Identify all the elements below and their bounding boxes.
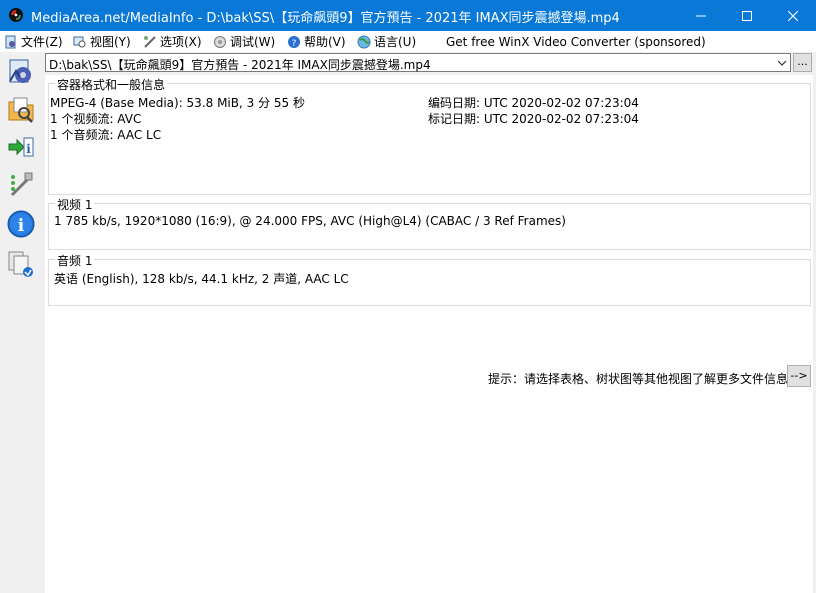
- menu-options-label: 选项(X): [160, 35, 202, 49]
- video-stream-info: 1 785 kb/s, 1920*1080 (16:9), @ 24.000 F…: [54, 214, 566, 228]
- menu-debug[interactable]: 调试(W): [213, 33, 275, 50]
- general-format: MPEG-4 (Base Media): 53.8 MiB, 3 分 55 秒: [50, 96, 305, 110]
- menu-language-label: 语言(U): [374, 35, 417, 49]
- open-folder-button[interactable]: [4, 92, 37, 125]
- basic-view-content: 容器格式和一般信息 MPEG-4 (Base Media): 53.8 MiB,…: [45, 75, 813, 593]
- update-button[interactable]: [4, 247, 37, 280]
- file-selector-value: D:\bak\SS\【玩命飆頭9】官方預告 - 2021年 IMAX同步震撼登場…: [49, 58, 431, 72]
- maximize-button[interactable]: [724, 0, 770, 31]
- globe-icon: [357, 35, 371, 48]
- menu-sponsor-link[interactable]: Get free WinX Video Converter (sponsored…: [446, 33, 706, 50]
- close-button[interactable]: [770, 0, 816, 31]
- minimize-button[interactable]: [678, 0, 724, 31]
- open-file-button[interactable]: [4, 55, 37, 88]
- general-info-group: 容器格式和一般信息 MPEG-4 (Base Media): 53.8 MiB,…: [48, 76, 811, 195]
- sidebar-toolbar: i i: [0, 52, 42, 593]
- options-icon: [144, 35, 156, 48]
- audio-stream-title: 音频 1: [55, 252, 95, 269]
- chevron-down-icon[interactable]: [777, 57, 787, 71]
- menu-view[interactable]: 视图(Y): [73, 33, 131, 50]
- menu-options[interactable]: 选项(X): [143, 33, 202, 50]
- open-folder-icon: [8, 97, 33, 123]
- menu-view-label: 视图(Y): [90, 35, 131, 49]
- general-audio-count: 1 个音频流: AAC LC: [50, 128, 162, 142]
- general-info-title: 容器格式和一般信息: [55, 76, 168, 93]
- menu-sponsor-label: Get free WinX Video Converter (sponsored…: [446, 34, 706, 49]
- audio-stream-group: 音频 1 英语 (English), 128 kb/s, 44.1 kHz, 2…: [48, 252, 811, 306]
- general-encoded-date: 编码日期: UTC 2020-02-02 07:23:04: [428, 96, 639, 110]
- menu-debug-label: 调试(W): [230, 35, 276, 49]
- file-icon: [5, 35, 16, 48]
- svg-text:i: i: [17, 216, 24, 236]
- view-icon: [73, 36, 86, 47]
- svg-text:?: ?: [292, 39, 297, 49]
- preferences-icon: [10, 172, 32, 196]
- mediainfo-logo-icon: [8, 7, 24, 23]
- video-stream-group: 视频 1 1 785 kb/s, 1920*1080 (16:9), @ 24.…: [48, 196, 811, 250]
- main-panel: D:\bak\SS\【玩命飆頭9】官方預告 - 2021年 IMAX同步震撼登場…: [42, 52, 816, 593]
- browse-button[interactable]: ...: [793, 53, 812, 72]
- preferences-button[interactable]: [4, 168, 37, 201]
- window-title: MediaArea.net/MediaInfo - D:\bak\SS\【玩命飙…: [31, 11, 620, 26]
- export-arrow-info-icon: i: [8, 137, 33, 156]
- file-selector[interactable]: D:\bak\SS\【玩命飆頭9】官方預告 - 2021年 IMAX同步震撼登場…: [45, 53, 791, 72]
- menu-bar: 文件(Z) 视图(Y) 选项(X) 调试(W) ? 帮助(V) 语言(U) Ge…: [0, 31, 816, 53]
- open-file-icon: [8, 59, 31, 83]
- export-button[interactable]: i: [4, 130, 37, 163]
- video-stream-title: 视频 1: [55, 196, 95, 213]
- info-icon: i: [7, 210, 34, 237]
- menu-help[interactable]: ? 帮助(V): [287, 33, 346, 50]
- menu-language[interactable]: 语言(U): [357, 33, 416, 50]
- general-video-count: 1 个视频流: AVC: [50, 112, 142, 126]
- hint-text: 提示：请选择表格、树状图等其他视图了解更多文件信息: [488, 372, 789, 386]
- menu-help-label: 帮助(V): [304, 35, 346, 49]
- general-tagged-date: 标记日期: UTC 2020-02-02 07:23:04: [428, 112, 639, 126]
- help-icon: ?: [288, 35, 300, 49]
- about-button[interactable]: i: [4, 207, 37, 240]
- debug-icon: [214, 35, 226, 48]
- svg-text:i: i: [26, 142, 31, 156]
- menu-file-label: 文件(Z): [21, 35, 63, 49]
- title-bar: MediaArea.net/MediaInfo - D:\bak\SS\【玩命飙…: [0, 0, 816, 31]
- next-view-button[interactable]: -->: [787, 365, 811, 387]
- update-documents-icon: [8, 251, 33, 277]
- menu-file[interactable]: 文件(Z): [4, 33, 63, 50]
- audio-stream-info: 英语 (English), 128 kb/s, 44.1 kHz, 2 声道, …: [54, 272, 349, 286]
